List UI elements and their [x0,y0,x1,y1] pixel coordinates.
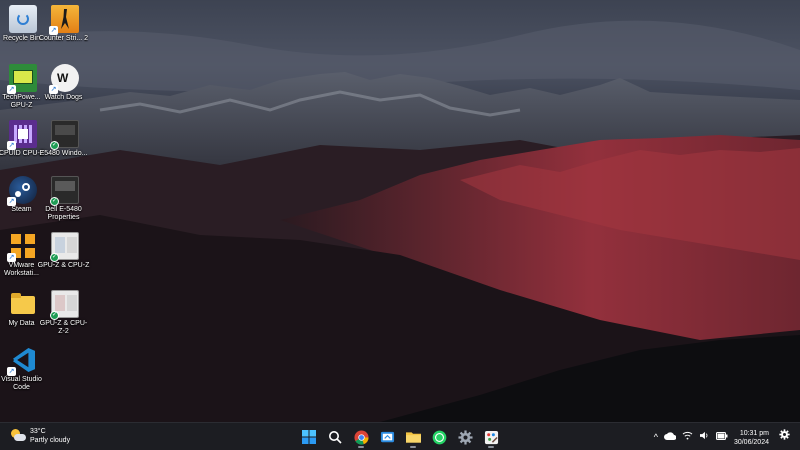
file-explorer-button[interactable] [402,426,424,448]
screenshot-icon: ✓ [50,176,79,206]
desktop-icon-gpuz-cpuz[interactable]: ✓ GPU-Z & CPU-Z [38,232,89,288]
sync-check-icon: ✓ [50,253,59,262]
desktop-icon-e5480-windows[interactable]: ✓ E5480 Windo... [40,120,88,176]
search-button[interactable] [324,426,346,448]
shortcut-arrow-icon: ↗ [7,253,16,262]
start-button[interactable] [298,426,320,448]
vscode-icon: ↗ [7,346,37,376]
vmware-icon: ↗ [7,232,37,262]
wifi-icon[interactable] [682,427,693,447]
chrome-button[interactable] [350,426,372,448]
desktop-icon-my-data[interactable]: My Data [0,290,46,346]
sync-check-icon: ✓ [50,141,59,150]
desktop-icon-gpuz-cpuz-2[interactable]: ✓ GPU-Z & CPU-Z-2 [40,290,88,346]
settings-button[interactable] [454,426,476,448]
taskbar: 33°C Partly cloudy ^ 10:31 pm 30/06/2024 [0,422,800,450]
gear-icon [457,429,473,445]
steam-icon: ↗ [7,176,37,206]
watch-dogs-icon: W ↗ [49,64,79,94]
shortcut-arrow-icon: ↗ [49,85,58,94]
desktop-icon-steam[interactable]: ↗ Steam [0,176,46,232]
notification-gear-icon[interactable] [779,427,790,447]
screenshot-icon: ✓ [50,290,79,320]
desktop-icon-cpu-z[interactable]: ↗ CPUID CPU-Z [0,120,46,176]
search-icon [329,431,342,444]
counter-strike-icon: ↗ [49,5,79,35]
folder-icon [9,290,37,318]
gpu-z-icon: ↗ [7,64,37,94]
sync-check-icon: ✓ [50,311,59,320]
volume-icon[interactable] [699,427,710,447]
screenshot-icon: ✓ [50,232,79,262]
shortcut-arrow-icon: ↗ [7,85,16,94]
shortcut-arrow-icon: ↗ [7,367,16,376]
desktop-icon-vmware[interactable]: ↗ VMware Workstati... [0,232,46,288]
desktop-icon-counter-strike[interactable]: ↗ Counter Stri... 2 [39,5,88,61]
cpu-z-icon: ↗ [7,120,37,150]
weather-temp: 33°C [30,428,46,435]
shortcut-arrow-icon: ↗ [49,26,58,35]
taskbar-apps [298,426,502,448]
clock[interactable]: 10:31 pm 30/06/2024 [734,429,769,447]
windows-logo-icon [302,430,316,444]
cloud-icon[interactable] [663,427,677,447]
screenshot-icon: ✓ [50,120,79,150]
system-tray: ^ 10:31 pm 30/06/2024 [654,427,790,447]
whatsapp-button[interactable] [428,426,450,448]
folder-icon [405,432,421,443]
desktop-icon-recycle-bin[interactable]: Recycle Bin [0,5,46,61]
desktop-icon-gpu-z[interactable]: ↗ TechPowe... GPU-Z [0,64,46,120]
desktop-icon-watch-dogs[interactable]: W ↗ Watch Dogs [42,64,88,120]
shortcut-arrow-icon: ↗ [7,197,16,206]
weather-widget[interactable]: 33°C Partly cloudy [10,427,70,445]
desktop: Recycle Bin ↗ Counter Stri... 2 ↗ TechPo… [0,0,800,422]
shortcut-arrow-icon: ↗ [7,141,16,150]
snipping-button[interactable] [376,426,398,448]
recycle-bin-icon [9,5,37,33]
desktop-icon-dell-properties[interactable]: ✓ Dell E-5480 Properties [42,176,88,232]
chrome-icon [353,429,369,445]
sync-check-icon: ✓ [50,197,59,206]
clock-date: 30/06/2024 [733,438,769,446]
partly-cloudy-icon [10,428,26,444]
snipping-tool-icon [380,431,394,442]
desktop-icon-vscode[interactable]: ↗ Visual Studio Code [0,346,46,402]
chevron-up-icon[interactable]: ^ [654,427,658,447]
battery-icon[interactable] [715,427,728,447]
paint-button[interactable] [480,426,502,448]
desktop-icon-grid: Recycle Bin ↗ Counter Stri... 2 ↗ TechPo… [0,0,100,422]
clock-time: 10:31 pm [739,429,769,437]
wallpaper [0,0,800,422]
whatsapp-icon [432,430,446,444]
weather-condition: Partly cloudy [30,437,71,444]
paint-icon [484,430,498,444]
